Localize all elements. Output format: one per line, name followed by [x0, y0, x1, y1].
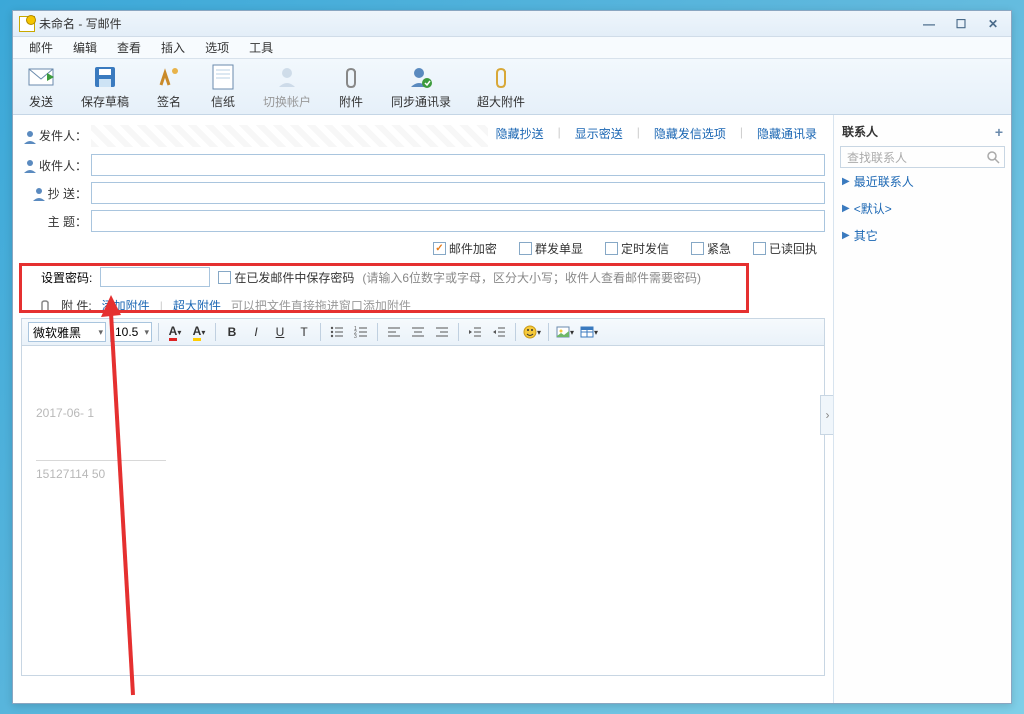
- align-right-button[interactable]: [432, 322, 452, 342]
- menu-tools[interactable]: 工具: [239, 37, 283, 58]
- cc-label: 抄 送：: [21, 185, 91, 202]
- search-icon: [986, 150, 1000, 167]
- letter-paper-icon: [209, 63, 237, 91]
- outdent-button[interactable]: [465, 322, 485, 342]
- attach-hint: 可以把文件直接拖进窗口添加附件: [231, 297, 411, 314]
- cc-input[interactable]: [91, 182, 825, 204]
- switch-account-button[interactable]: 切换帐户: [259, 61, 315, 112]
- sender-label: 发件人：: [21, 127, 91, 144]
- sidebar-title: 联系人: [842, 123, 878, 140]
- signature-button[interactable]: 签名: [151, 61, 187, 112]
- menubar: 邮件 编辑 查看 插入 选项 工具: [13, 37, 1011, 59]
- contact-search-input[interactable]: 查找联系人: [840, 146, 1005, 168]
- person-icon: [32, 187, 46, 201]
- contact-group-default[interactable]: ▶<默认>: [840, 195, 1005, 222]
- send-options-row: 邮件加密 群发单显 定时发信 紧急 已读回执: [21, 238, 825, 261]
- switch-account-label: 切换帐户: [263, 93, 311, 110]
- big-attachment-button[interactable]: 超大附件: [473, 61, 529, 112]
- password-hint: (请输入6位数字或字母，区分大小写；收件人查看邮件需要密码): [362, 269, 701, 286]
- urgent-checkbox[interactable]: 紧急: [691, 240, 731, 257]
- body-area: 发件人： 隐藏抄送 | 显示密送 | 隐藏发信选项 | 隐藏通讯录 收件人：: [13, 115, 1011, 703]
- signature-label: 签名: [157, 93, 181, 110]
- emoji-button[interactable]: ▾: [522, 322, 542, 342]
- big-attachment-label: 超大附件: [477, 93, 525, 110]
- switch-account-icon: [273, 63, 301, 91]
- mass-separate-checkbox[interactable]: 群发单显: [519, 240, 583, 257]
- annotation-arrow: [73, 295, 193, 703]
- to-input[interactable]: [91, 154, 825, 176]
- compose-window: 未命名 - 写邮件 — ☐ ✕ 邮件 编辑 查看 插入 选项 工具 发送 保存草…: [12, 10, 1012, 704]
- contact-group-other[interactable]: ▶其它: [840, 222, 1005, 249]
- person-icon: [23, 159, 37, 173]
- compose-icon: [19, 16, 35, 32]
- sender-display[interactable]: [91, 125, 488, 147]
- menu-insert[interactable]: 插入: [151, 37, 195, 58]
- sync-contacts-label: 同步通讯录: [391, 93, 451, 110]
- show-bcc-link[interactable]: 显示密送: [575, 125, 623, 142]
- attachment-label: 附件: [339, 93, 363, 110]
- font-size-button[interactable]: T: [294, 322, 314, 342]
- hide-cc-link[interactable]: 隐藏抄送: [496, 125, 544, 142]
- main-column: 发件人： 隐藏抄送 | 显示密送 | 隐藏发信选项 | 隐藏通讯录 收件人：: [13, 115, 833, 703]
- insert-image-button[interactable]: ▾: [555, 322, 575, 342]
- save-icon: [91, 63, 119, 91]
- send-button[interactable]: 发送: [23, 61, 59, 112]
- number-list-button[interactable]: 123: [351, 322, 371, 342]
- password-label: 设置密码:: [41, 269, 92, 286]
- svg-text:3: 3: [354, 334, 357, 339]
- attachment-button[interactable]: 附件: [333, 61, 369, 112]
- read-receipt-checkbox[interactable]: 已读回执: [753, 240, 817, 257]
- add-contact-button[interactable]: +: [995, 124, 1003, 140]
- letter-paper-button[interactable]: 信纸: [205, 61, 241, 112]
- align-center-button[interactable]: [408, 322, 428, 342]
- menu-options[interactable]: 选项: [195, 37, 239, 58]
- underline-button[interactable]: U: [270, 322, 290, 342]
- hide-contacts-link[interactable]: 隐藏通讯录: [757, 125, 817, 142]
- pen-icon: [155, 63, 183, 91]
- bullet-list-button[interactable]: [327, 322, 347, 342]
- bold-button[interactable]: B: [222, 322, 242, 342]
- italic-button[interactable]: I: [246, 322, 266, 342]
- contact-group-recent[interactable]: ▶最近联系人: [840, 168, 1005, 195]
- paperclip-icon: [337, 63, 365, 91]
- contacts-sidebar: 联系人 + 查找联系人 ▶最近联系人 ▶<默认> ▶其它: [833, 115, 1011, 703]
- save-password-checkbox[interactable]: 在已发邮件中保存密码: [218, 269, 354, 286]
- menu-mail[interactable]: 邮件: [19, 37, 63, 58]
- titlebar: 未命名 - 写邮件 — ☐ ✕: [13, 11, 1011, 37]
- to-label: 收件人：: [21, 157, 91, 174]
- window-controls: — ☐ ✕: [917, 16, 1005, 32]
- menu-view[interactable]: 查看: [107, 37, 151, 58]
- save-draft-button[interactable]: 保存草稿: [77, 61, 133, 112]
- paperclip-icon: [39, 299, 51, 313]
- scheduled-checkbox[interactable]: 定时发信: [605, 240, 669, 257]
- compose-options: 隐藏抄送 | 显示密送 | 隐藏发信选项 | 隐藏通讯录: [488, 123, 825, 148]
- menu-edit[interactable]: 编辑: [63, 37, 107, 58]
- toolbar: 发送 保存草稿 签名 信纸 切换帐户: [13, 59, 1011, 115]
- person-icon: [23, 130, 37, 144]
- subject-input[interactable]: [91, 210, 825, 232]
- toggle-side-button[interactable]: ›: [820, 395, 833, 435]
- password-input[interactable]: [100, 267, 210, 287]
- password-row: 设置密码: 在已发邮件中保存密码 (请输入6位数字或字母，区分大小写；收件人查看…: [21, 261, 825, 293]
- letter-paper-label: 信纸: [211, 93, 235, 110]
- maximize-button[interactable]: ☐: [949, 16, 973, 32]
- close-button[interactable]: ✕: [981, 16, 1005, 32]
- window-title: 未命名 - 写邮件: [39, 15, 122, 32]
- sync-contacts-icon: [407, 63, 435, 91]
- big-attachment-icon: [487, 63, 515, 91]
- insert-table-button[interactable]: ▾: [579, 322, 599, 342]
- save-draft-label: 保存草稿: [81, 93, 129, 110]
- hide-send-options-link[interactable]: 隐藏发信选项: [654, 125, 726, 142]
- sync-contacts-button[interactable]: 同步通讯录: [387, 61, 455, 112]
- align-left-button[interactable]: [384, 322, 404, 342]
- encrypt-checkbox[interactable]: 邮件加密: [433, 240, 497, 257]
- send-label: 发送: [29, 93, 53, 110]
- subject-label: 主 题：: [21, 213, 91, 230]
- minimize-button[interactable]: —: [917, 16, 941, 32]
- send-icon: [27, 63, 55, 91]
- indent-button[interactable]: [489, 322, 509, 342]
